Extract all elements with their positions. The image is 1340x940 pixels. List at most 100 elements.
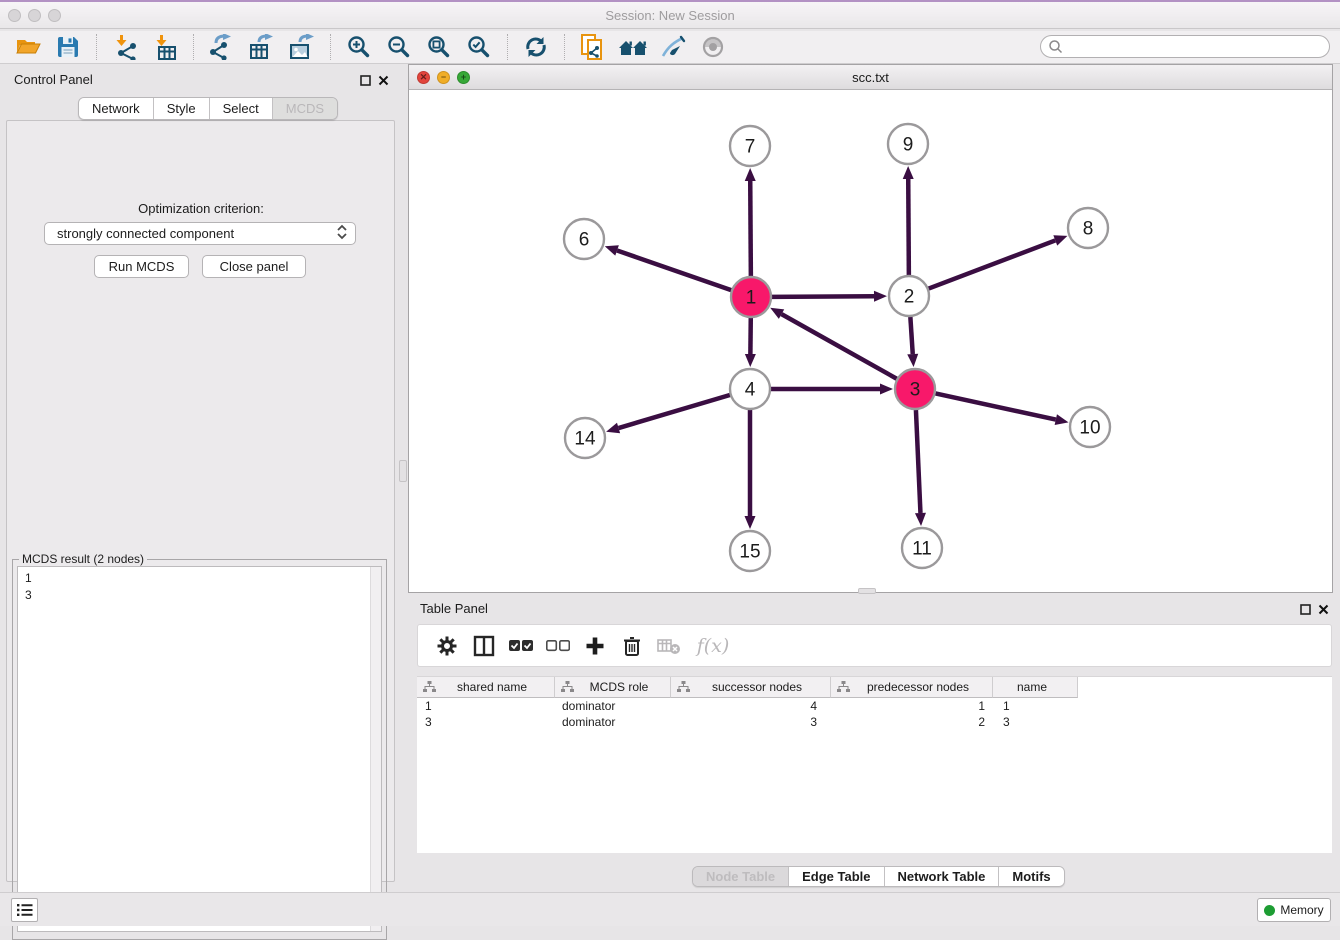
close-panel-button[interactable]: Close panel	[202, 255, 306, 278]
import-network-button[interactable]	[105, 32, 145, 62]
column-header-mcds-role[interactable]: MCDS role	[555, 677, 671, 698]
import-table-button[interactable]	[145, 32, 185, 62]
mcds-result-textarea[interactable]: 1 3	[17, 566, 382, 932]
close-table-panel-icon[interactable]	[1318, 602, 1329, 620]
memory-button[interactable]: Memory	[1257, 898, 1331, 922]
graph-edge-arrowhead	[880, 384, 893, 395]
cell-shared-name[interactable]: 1	[417, 698, 555, 714]
tab-mcds[interactable]: MCDS	[273, 98, 337, 119]
graph-edge-2-3[interactable]	[910, 317, 912, 354]
hierarchy-icon	[423, 681, 436, 693]
column-settings-button[interactable]	[428, 629, 465, 663]
graph-edge-2-9[interactable]	[908, 179, 909, 275]
first-neighbors-button[interactable]	[613, 32, 653, 62]
graph-node-label: 15	[739, 542, 760, 563]
network-view-title: scc.txt	[409, 70, 1332, 85]
graph-node-label: 3	[910, 380, 921, 401]
result-scrollbar[interactable]	[370, 567, 381, 931]
graph-edge-3-11[interactable]	[916, 410, 921, 513]
pane-divider-grip-bottom[interactable]	[858, 588, 876, 594]
tab-node-table[interactable]: Node Table	[693, 867, 789, 886]
tab-network-table[interactable]: Network Table	[885, 867, 1000, 886]
graph-edge-1-7[interactable]	[750, 181, 751, 276]
zoom-in-icon	[347, 35, 371, 59]
network-canvas[interactable]: 7968124314101511	[409, 90, 1332, 592]
table-row[interactable]: 1 dominator 4 1 1	[417, 698, 1332, 714]
graph-edge-4-14[interactable]	[619, 395, 730, 428]
network-window-titlebar[interactable]: ✕ − + scc.txt	[409, 65, 1332, 90]
table-tabs: Node Table Edge Table Network Table Moti…	[692, 866, 1065, 887]
delete-columns-button[interactable]	[613, 629, 650, 663]
delete-table-button[interactable]	[650, 629, 687, 663]
search-field[interactable]	[1040, 35, 1330, 58]
tab-network[interactable]: Network	[79, 98, 154, 119]
graph-edge-1-2[interactable]	[772, 296, 874, 297]
optimization-criterion-select[interactable]: strongly connected component	[44, 222, 356, 245]
export-table-button[interactable]	[242, 32, 282, 62]
column-header-name[interactable]: name	[993, 677, 1078, 698]
column-header-predecessor-nodes[interactable]: predecessor nodes	[831, 677, 993, 698]
cell-mcds-role[interactable]: dominator	[555, 714, 671, 730]
control-panel-tabs: Network Style Select MCDS	[78, 97, 338, 120]
tab-edge-table[interactable]: Edge Table	[789, 867, 884, 886]
tab-motifs[interactable]: Motifs	[999, 867, 1063, 886]
show-columns-button[interactable]	[465, 629, 502, 663]
add-column-button[interactable]	[576, 629, 613, 663]
float-table-panel-icon[interactable]	[1300, 602, 1311, 620]
table-toolbar: f(x)	[417, 624, 1332, 667]
function-builder-button[interactable]: f(x)	[687, 629, 739, 663]
import-network-icon	[112, 34, 138, 60]
apply-style-button[interactable]	[653, 32, 693, 62]
graph-edge-arrowhead	[1053, 235, 1067, 245]
cell-successor-nodes[interactable]: 3	[671, 714, 831, 730]
graph-edge-3-10[interactable]	[936, 393, 1056, 419]
float-panel-icon[interactable]	[360, 73, 371, 91]
result-line: 1	[25, 570, 381, 587]
open-folder-button[interactable]	[8, 32, 48, 62]
column-header-successor-nodes[interactable]: successor nodes	[671, 677, 831, 698]
cell-mcds-role[interactable]: dominator	[555, 698, 671, 714]
show-hide-button[interactable]	[693, 32, 733, 62]
hierarchy-icon	[837, 681, 850, 693]
control-panel: Control Panel Network Style Select MCDS …	[0, 64, 402, 890]
cell-predecessor-nodes[interactable]: 2	[831, 714, 993, 730]
delete-table-icon	[657, 637, 681, 655]
columns-icon	[473, 635, 495, 657]
run-mcds-button[interactable]: Run MCDS	[94, 255, 189, 278]
export-network-button[interactable]	[202, 32, 242, 62]
export-image-icon	[288, 34, 316, 60]
graph-edge-2-8[interactable]	[929, 240, 1056, 288]
tab-style[interactable]: Style	[154, 98, 210, 119]
deselect-all-checkboxes-button[interactable]	[539, 629, 576, 663]
cell-successor-nodes[interactable]: 4	[671, 698, 831, 714]
close-panel-icon[interactable]	[378, 73, 389, 91]
zoom-in-button[interactable]	[339, 32, 379, 62]
graph-edge-arrowhead	[745, 516, 756, 529]
column-header-shared-name[interactable]: shared name	[417, 677, 555, 698]
clone-network-button[interactable]	[573, 32, 613, 62]
window-titlebar: Session: New Session	[0, 0, 1340, 29]
cell-name[interactable]: 3	[993, 714, 1078, 730]
memory-label: Memory	[1280, 903, 1323, 917]
select-all-checkboxes-button[interactable]	[502, 629, 539, 663]
graph-edge-3-1[interactable]	[782, 314, 897, 379]
cell-shared-name[interactable]: 3	[417, 714, 555, 730]
table-row[interactable]: 3 dominator 3 2 3	[417, 714, 1332, 730]
status-bar: Memory	[0, 892, 1340, 926]
zoom-fit-button[interactable]	[419, 32, 459, 62]
export-image-button[interactable]	[282, 32, 322, 62]
table-panel: Table Panel	[404, 595, 1340, 890]
refresh-layout-button[interactable]	[516, 32, 556, 62]
pane-divider-grip-left[interactable]	[399, 460, 407, 482]
zoom-out-button[interactable]	[379, 32, 419, 62]
cell-name[interactable]: 1	[993, 698, 1078, 714]
save-session-button[interactable]	[48, 32, 88, 62]
graph-edge-1-6[interactable]	[617, 250, 731, 290]
cell-predecessor-nodes[interactable]: 1	[831, 698, 993, 714]
graph-edge-arrowhead	[605, 245, 619, 255]
toolbar-separator	[330, 34, 331, 60]
search-input[interactable]	[1064, 38, 1329, 56]
tab-select[interactable]: Select	[210, 98, 273, 119]
task-history-button[interactable]	[11, 898, 38, 922]
zoom-selected-button[interactable]	[459, 32, 499, 62]
